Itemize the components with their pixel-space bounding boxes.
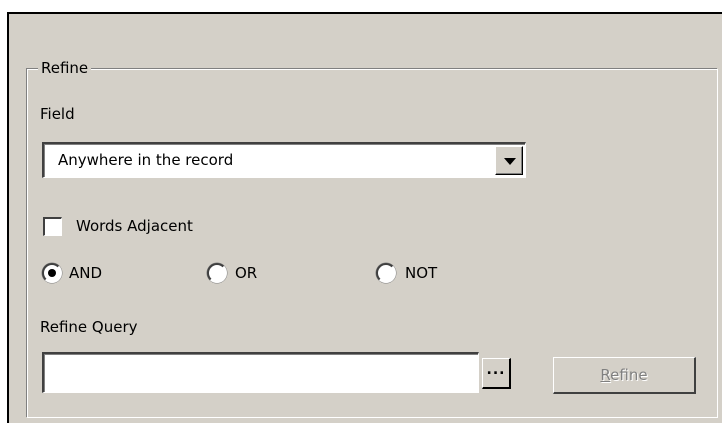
radio-and[interactable] xyxy=(42,263,62,283)
radio-selected-dot xyxy=(48,269,56,277)
field-label: Field xyxy=(40,105,75,123)
browse-button[interactable]: ... xyxy=(482,358,511,389)
refine-query-input[interactable] xyxy=(42,352,479,393)
field-select-value: Anywhere in the record xyxy=(58,151,234,169)
refine-query-label: Refine Query xyxy=(40,318,138,336)
radio-or[interactable] xyxy=(207,263,227,283)
field-select-dropdown-button[interactable] xyxy=(495,146,523,175)
radio-not[interactable] xyxy=(376,263,396,283)
refine-button-mnemonic: R xyxy=(600,366,611,384)
words-adjacent-label[interactable]: Words Adjacent xyxy=(76,216,193,236)
refine-button[interactable]: Refine xyxy=(553,357,696,394)
refine-group-title: Refine xyxy=(38,58,92,78)
words-adjacent-checkbox[interactable] xyxy=(43,217,62,236)
radio-and-label[interactable]: AND xyxy=(69,263,102,283)
radio-not-label[interactable]: NOT xyxy=(405,263,437,283)
refine-button-label: efine xyxy=(610,366,648,384)
radio-or-label[interactable]: OR xyxy=(235,263,257,283)
chevron-down-icon xyxy=(504,158,516,165)
field-select[interactable]: Anywhere in the record xyxy=(42,142,526,178)
